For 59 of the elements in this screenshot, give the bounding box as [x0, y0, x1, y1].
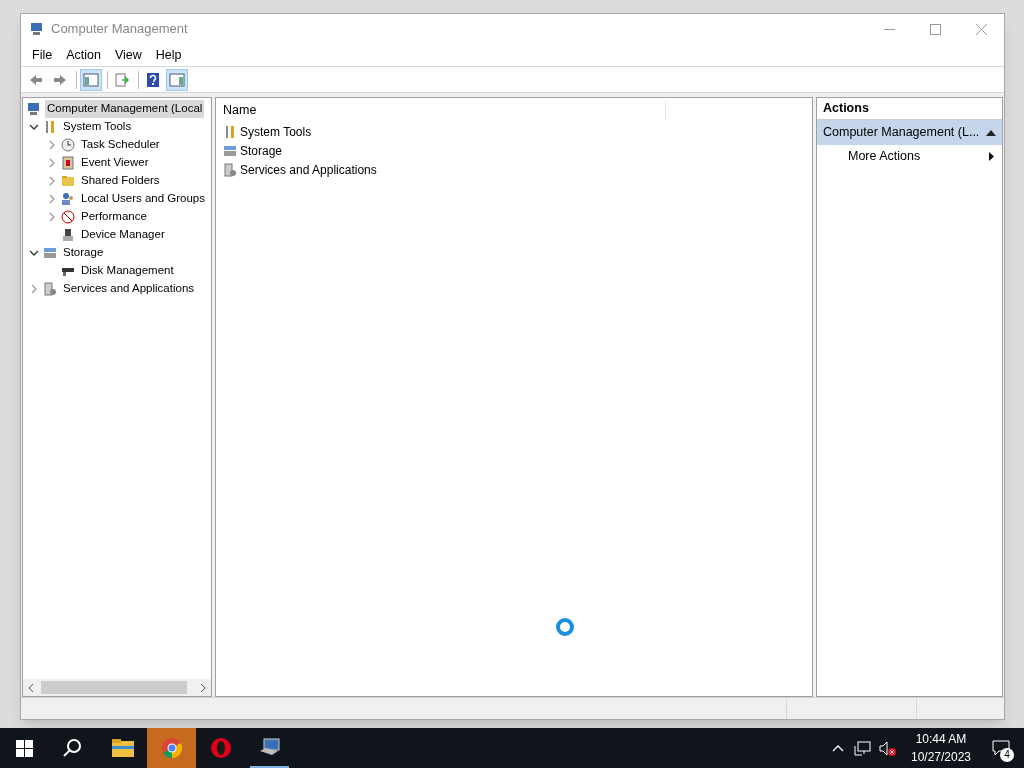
chevron-up-icon[interactable]	[832, 744, 844, 752]
tree-pane-icon[interactable]	[80, 68, 102, 91]
services-icon	[42, 281, 58, 297]
busy-cursor-icon	[555, 617, 575, 637]
clock-time[interactable]: 10:44 AM	[915, 730, 967, 748]
device-icon	[60, 227, 76, 243]
tree-item[interactable]: Shared Folders	[79, 172, 162, 190]
horizontal-scrollbar[interactable]	[23, 679, 211, 696]
menu-item[interactable]: View	[107, 45, 149, 65]
chevron-down-icon[interactable]	[29, 248, 39, 258]
tree-item[interactable]: Event Viewer	[79, 154, 151, 172]
chevron-right-icon[interactable]	[29, 284, 39, 294]
notifications-button[interactable]: 4	[978, 728, 1024, 768]
list-item[interactable]: Storage	[240, 141, 283, 160]
window-title: Computer Management	[51, 20, 188, 39]
scroll-left-icon[interactable]	[27, 683, 35, 692]
triangle-up-icon	[986, 129, 996, 136]
opera-logo-icon	[209, 737, 232, 759]
chevron-right-icon[interactable]	[47, 158, 57, 168]
menu-item[interactable]: Help	[148, 45, 189, 65]
log-icon	[60, 155, 76, 171]
folder-icon	[110, 738, 135, 758]
triangle-right-icon	[989, 152, 994, 161]
tree-item[interactable]: Device Manager	[79, 226, 167, 244]
tree-item[interactable]: System Tools	[61, 118, 134, 136]
tree-item[interactable]: Storage	[61, 244, 106, 262]
chevron-right-icon[interactable]	[47, 212, 57, 222]
tree-item[interactable]: Disk Management	[79, 262, 176, 280]
chevron-down-icon[interactable]	[29, 122, 39, 132]
storage-icon	[42, 245, 58, 261]
network-icon[interactable]	[854, 740, 871, 756]
tree-item[interactable]: Local Users and Groups	[79, 190, 207, 208]
users-icon	[60, 191, 76, 207]
computer-icon	[26, 101, 42, 117]
menu-item[interactable]: Action	[59, 45, 108, 65]
chevron-right-icon[interactable]	[47, 176, 57, 186]
tree-item[interactable]: Services and Applications	[61, 280, 197, 298]
tree-item[interactable]: Performance	[79, 208, 149, 226]
chevron-right-icon[interactable]	[47, 140, 57, 150]
actions-section[interactable]: Computer Management (L...	[817, 120, 1002, 145]
folder-icon	[60, 173, 76, 189]
tree-item[interactable]: Computer Management (Local	[45, 100, 205, 118]
muted-speaker-icon[interactable]	[879, 740, 896, 756]
speech-bubble-icon	[992, 740, 1010, 756]
clock-icon	[60, 137, 76, 153]
column-header[interactable]: Name	[216, 100, 666, 120]
tree-item[interactable]: Task Scheduler	[79, 136, 162, 154]
computer-icon	[29, 21, 45, 37]
notification-count: 4	[1000, 748, 1014, 762]
scroll-right-icon[interactable]	[199, 683, 207, 692]
list-item[interactable]: Services and Applications	[240, 160, 377, 179]
section-title: Computer Management (L...	[823, 124, 980, 142]
action-link[interactable]: More Actions	[848, 147, 921, 166]
clock-date[interactable]: 10/27/2023	[910, 748, 972, 766]
menu-item[interactable]: File	[25, 45, 60, 65]
services-icon	[222, 161, 238, 178]
list-item[interactable]: System Tools	[240, 122, 312, 141]
chrome-logo-icon	[160, 737, 183, 759]
chevron-right-icon[interactable]	[47, 194, 57, 204]
